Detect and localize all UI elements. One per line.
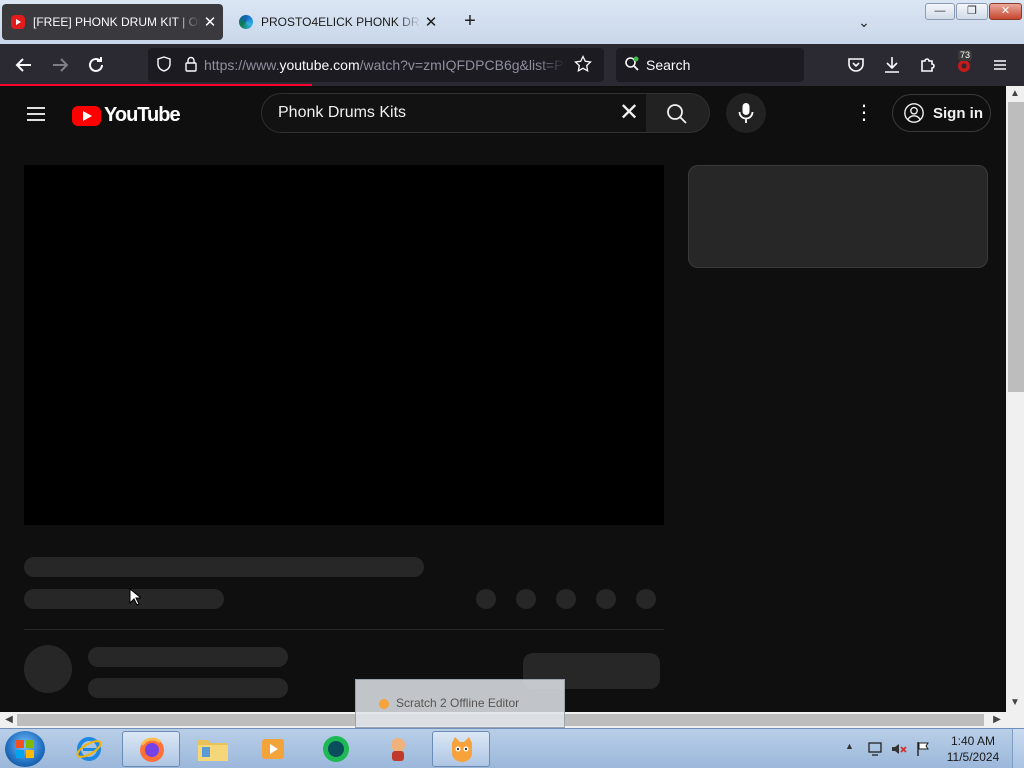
close-tab-icon[interactable]: ✕ xyxy=(200,13,220,31)
firefox-icon xyxy=(140,737,164,762)
windows-logo-icon xyxy=(16,740,34,758)
mouse-pointer-icon xyxy=(129,587,143,611)
show-hidden-icons-arrow[interactable]: ▲ xyxy=(845,741,854,751)
lock-icon[interactable] xyxy=(184,56,198,75)
show-desktop-button[interactable] xyxy=(1012,729,1024,768)
video-meta-skeleton xyxy=(24,589,224,609)
clear-search-icon[interactable]: ✕ xyxy=(614,99,644,129)
action-button-skeleton xyxy=(596,589,616,609)
start-button[interactable] xyxy=(5,731,45,767)
hamburger-menu-icon[interactable] xyxy=(988,53,1012,77)
tab-title: [FREE] PHONK DRUM KIT | ORIGINAL xyxy=(33,15,200,29)
chat-bubble-icon xyxy=(323,736,349,762)
channel-avatar-skeleton xyxy=(24,645,72,693)
tab-prosto4elick-phonk[interactable]: PROSTO4ELICK PHONK DRUM KIT ✕ xyxy=(230,4,444,40)
youtube-search-input[interactable]: Phonk Drums Kits xyxy=(261,93,647,133)
sign-in-button[interactable]: Sign in xyxy=(892,94,991,132)
internet-explorer-taskbar-button[interactable] xyxy=(60,731,118,767)
scratch-editor-taskbar-button[interactable] xyxy=(432,731,490,767)
subscriber-count-skeleton xyxy=(88,678,288,698)
file-explorer-taskbar-button[interactable] xyxy=(184,731,242,767)
extensions-puzzle-icon[interactable] xyxy=(916,53,940,77)
youtube-play-logo-icon xyxy=(72,105,101,126)
youtube-favicon-icon xyxy=(11,15,25,29)
action-button-skeleton xyxy=(556,589,576,609)
action-button-skeleton xyxy=(516,589,536,609)
tooltip-text: Scratch 2 Offline Editor xyxy=(396,696,520,710)
edge-favicon-icon xyxy=(239,15,253,29)
system-clock[interactable]: 1:40 AM 11/5/2024 xyxy=(940,733,1006,765)
bookmark-star-icon[interactable] xyxy=(574,54,592,76)
youtube-search-button[interactable] xyxy=(646,93,710,133)
sign-in-label: Sign in xyxy=(933,104,983,122)
url-domain: youtube.com xyxy=(279,57,360,73)
browser-navigation-bar: https://www.youtube.com/watch?v=zmIQFDPC… xyxy=(0,44,1024,86)
action-button-skeleton xyxy=(476,589,496,609)
character-app-icon xyxy=(391,738,405,761)
sidebar-placeholder-card xyxy=(688,165,988,268)
browser-tab-strip: [FREE] PHONK DRUM KIT | ORIGINAL ✕ PROST… xyxy=(0,0,1024,44)
action-button-skeleton xyxy=(636,589,656,609)
address-bar[interactable]: https://www.youtube.com/watch?v=zmIQFDPC… xyxy=(148,48,604,82)
tab-title: PROSTO4ELICK PHONK DRUM KIT xyxy=(261,15,421,29)
scroll-left-arrow-icon[interactable]: ◀ xyxy=(2,713,16,727)
youtube-wordmark: YouTube xyxy=(104,104,181,126)
clock-date: 11/5/2024 xyxy=(946,750,1000,764)
window-close-button[interactable]: ✕ xyxy=(989,3,1022,20)
scratch-cat-icon xyxy=(452,737,472,762)
internet-explorer-icon xyxy=(76,737,102,761)
taskbar-tooltip: Scratch 2 Offline Editor xyxy=(355,679,565,728)
scrollbar-corner xyxy=(1006,712,1024,728)
action-center-icon[interactable] xyxy=(866,740,884,758)
channel-name-skeleton xyxy=(88,647,288,667)
notification-count-badge: 73 xyxy=(958,50,973,61)
web-search-placeholder: Search xyxy=(646,57,691,73)
window-minimize-button[interactable]: — xyxy=(925,3,955,20)
windows-taskbar: ▲ 1:40 AM 11/5/2024 xyxy=(0,728,1024,768)
scratch-cat-icon xyxy=(379,699,389,709)
video-title-skeleton xyxy=(24,557,424,577)
section-divider xyxy=(24,629,664,630)
list-all-tabs-button[interactable]: ⌄ xyxy=(852,10,876,34)
back-arrow-icon[interactable] xyxy=(12,53,36,77)
tab-youtube-phonk-drum-kit[interactable]: [FREE] PHONK DRUM KIT | ORIGINAL ✕ xyxy=(2,4,223,40)
scroll-right-arrow-icon[interactable]: ▶ xyxy=(990,713,1004,727)
media-player-icon xyxy=(262,739,284,759)
microphone-icon xyxy=(738,103,754,123)
search-icon xyxy=(667,104,687,124)
window-maximize-button[interactable]: ❐ xyxy=(956,3,988,20)
url-path: /watch?v=zmIQFDPCB6g&list=PL xyxy=(359,57,566,73)
network-flag-icon[interactable] xyxy=(914,740,932,758)
guide-menu-icon[interactable] xyxy=(24,102,48,126)
voice-search-button[interactable] xyxy=(726,93,766,133)
vertical-scrollbar-thumb[interactable] xyxy=(1008,102,1024,392)
folder-icon xyxy=(198,740,228,761)
scroll-up-arrow-icon[interactable]: ▲ xyxy=(1006,87,1024,101)
settings-more-icon[interactable]: ⋮ xyxy=(852,100,876,126)
tracking-protection-shield-icon[interactable] xyxy=(156,55,172,75)
firefox-taskbar-button[interactable] xyxy=(122,731,180,767)
chat-app-taskbar-button[interactable] xyxy=(308,731,366,767)
web-search-field[interactable]: Search xyxy=(616,48,804,82)
account-circle-icon xyxy=(904,103,924,123)
url-text[interactable]: https://www.youtube.com/watch?v=zmIQFDPC… xyxy=(204,57,566,73)
reload-icon[interactable] xyxy=(84,53,108,77)
youtube-page: YouTube Phonk Drums Kits ✕ ⋮ Sign in xyxy=(0,86,1006,712)
close-tab-icon[interactable]: ✕ xyxy=(421,13,441,31)
clock-time: 1:40 AM xyxy=(950,734,996,748)
downloads-icon[interactable] xyxy=(880,53,904,77)
app-taskbar-button[interactable] xyxy=(370,731,428,767)
forward-arrow-icon[interactable] xyxy=(48,53,72,77)
search-engine-icon xyxy=(624,56,640,75)
youtube-logo[interactable]: YouTube xyxy=(72,104,181,127)
media-player-taskbar-button[interactable] xyxy=(244,731,302,767)
volume-muted-icon[interactable] xyxy=(890,740,908,758)
video-player[interactable] xyxy=(24,165,664,525)
scroll-down-arrow-icon[interactable]: ▼ xyxy=(1006,696,1024,710)
url-prefix: https://www. xyxy=(204,57,280,73)
pocket-icon[interactable] xyxy=(844,53,868,77)
new-tab-button[interactable]: + xyxy=(458,10,482,34)
